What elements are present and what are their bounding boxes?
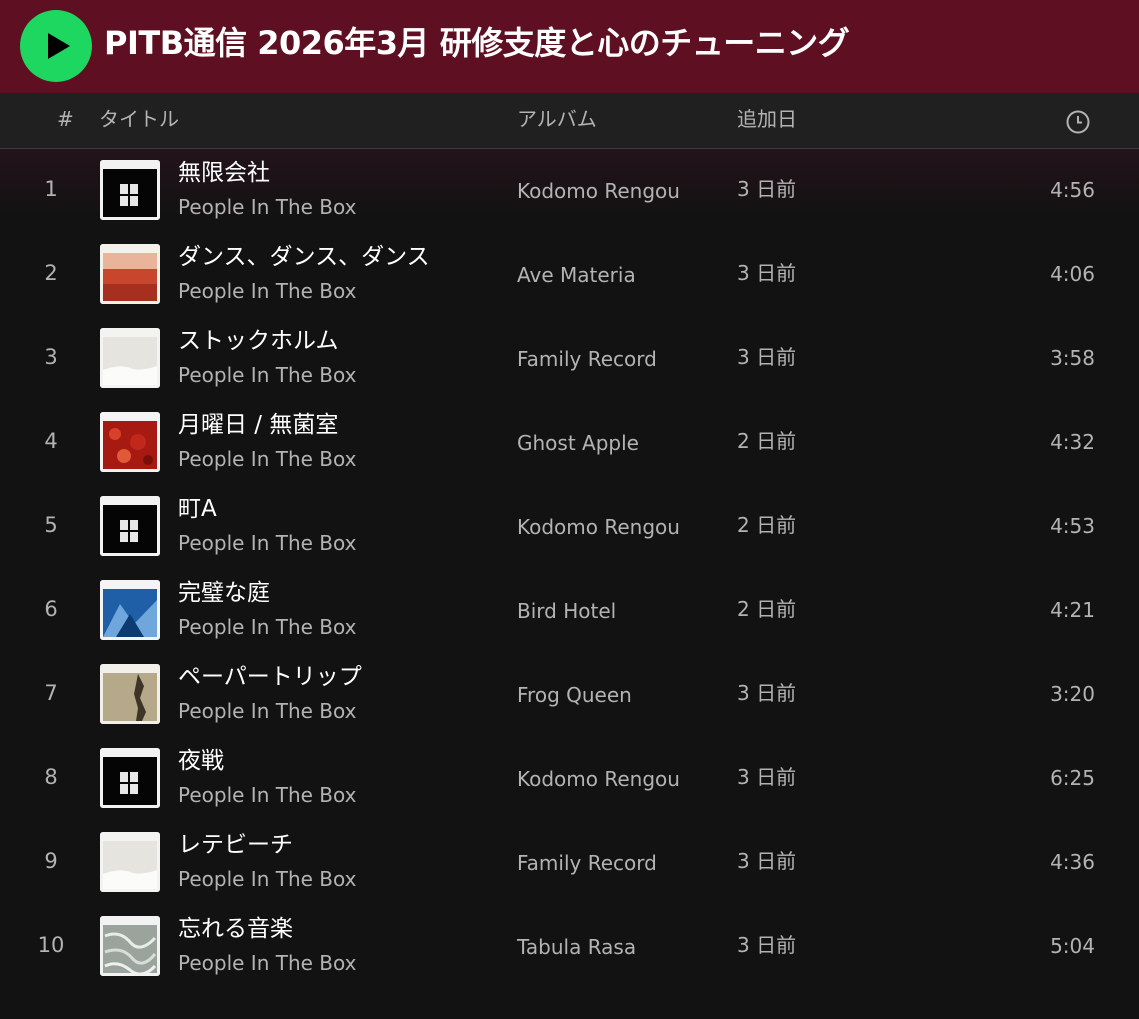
track-row[interactable]: 2 ダンス、ダンス、ダンス People In The Box Ave Materi… — [0, 233, 1139, 317]
track-row[interactable]: 10 忘れる音楽 People In The Box Tabula Rasa 3 日前… — [0, 905, 1139, 989]
track-number: 4 — [44, 429, 58, 453]
track-duration: 3:20 — [1050, 682, 1095, 706]
track-added: 3 日前 — [737, 681, 797, 705]
track-added: 3 日前 — [737, 849, 797, 873]
track-title[interactable]: レテビーチ — [178, 829, 293, 861]
track-added: 2 日前 — [737, 513, 797, 537]
track-duration: 5:04 — [1050, 934, 1095, 958]
album-cover[interactable] — [100, 664, 160, 724]
track-row[interactable]: 4 月曜日 / 無菌室 People In The Box Ghost Apple 2… — [0, 401, 1139, 485]
track-list: 1 無限会社 People In The Box Kodomo Rengou 3 日前… — [0, 149, 1139, 1019]
track-added: 3 日前 — [737, 765, 797, 789]
track-added: 2 日前 — [737, 429, 797, 453]
play-icon — [48, 33, 70, 59]
album-cover[interactable] — [100, 496, 160, 556]
track-number: 7 — [44, 681, 58, 705]
column-added[interactable]: 追加日 — [737, 106, 797, 132]
track-row[interactable]: 1 無限会社 People In The Box Kodomo Rengou 3 日前… — [0, 149, 1139, 233]
track-album[interactable]: Kodomo Rengou — [517, 177, 680, 205]
track-number: 8 — [44, 765, 58, 789]
track-artist[interactable]: People In The Box — [178, 865, 356, 893]
track-row[interactable]: 7 ペーパートリップ People In The Box Frog Queen 3 日… — [0, 653, 1139, 737]
column-album[interactable]: アルバム — [517, 106, 597, 132]
album-cover[interactable] — [100, 916, 160, 976]
track-duration: 4:36 — [1050, 850, 1095, 874]
track-duration: 4:32 — [1050, 430, 1095, 454]
track-row[interactable]: 8 夜戦 People In The Box Kodomo Rengou 3 日前 6:… — [0, 737, 1139, 821]
track-number: 6 — [44, 597, 58, 621]
track-number: 2 — [44, 261, 58, 285]
clock-icon[interactable] — [1065, 109, 1091, 140]
track-artist[interactable]: People In The Box — [178, 781, 356, 809]
playlist-header: PITB通信 2026年3月 研修支度と心のチューニング — [0, 0, 1139, 93]
track-album[interactable]: Family Record — [517, 345, 657, 373]
track-title[interactable]: 忘れる音楽 — [178, 913, 293, 945]
track-title[interactable]: ダンス、ダンス、ダンス — [178, 241, 430, 273]
album-cover[interactable] — [100, 160, 160, 220]
album-cover[interactable] — [100, 412, 160, 472]
track-duration: 4:53 — [1050, 514, 1095, 538]
track-number: 3 — [44, 345, 58, 369]
track-added: 3 日前 — [737, 933, 797, 957]
track-row[interactable]: 6 完璧な庭 People In The Box Bird Hotel 2 日前 4:2… — [0, 569, 1139, 653]
column-title[interactable]: タイトル — [99, 106, 179, 132]
track-album[interactable]: Frog Queen — [517, 681, 632, 709]
album-cover[interactable] — [100, 244, 160, 304]
track-number: 10 — [37, 933, 65, 957]
track-duration: 4:06 — [1050, 262, 1095, 286]
track-row[interactable]: 3 ストックホルム People In The Box Family Record 3… — [0, 317, 1139, 401]
album-cover[interactable] — [100, 580, 160, 640]
track-album[interactable]: Ave Materia — [517, 261, 636, 289]
track-artist[interactable]: People In The Box — [178, 277, 356, 305]
track-artist[interactable]: People In The Box — [178, 445, 356, 473]
track-title[interactable]: 月曜日 / 無菌室 — [178, 409, 338, 441]
track-title[interactable]: 夜戦 — [178, 745, 224, 777]
track-artist[interactable]: People In The Box — [178, 361, 356, 389]
track-list-header: # タイトル アルバム 追加日 — [0, 93, 1139, 149]
track-added: 3 日前 — [737, 261, 797, 285]
track-album[interactable]: Ghost Apple — [517, 429, 639, 457]
play-button[interactable] — [20, 10, 92, 82]
playlist-title: PITB通信 2026年3月 研修支度と心のチューニング — [104, 24, 850, 62]
track-duration: 6:25 — [1050, 766, 1095, 790]
track-album[interactable]: Bird Hotel — [517, 597, 616, 625]
track-album[interactable]: Tabula Rasa — [517, 933, 636, 961]
track-artist[interactable]: People In The Box — [178, 193, 356, 221]
track-artist[interactable]: People In The Box — [178, 697, 356, 725]
album-cover[interactable] — [100, 748, 160, 808]
track-added: 2 日前 — [737, 597, 797, 621]
track-duration: 4:21 — [1050, 598, 1095, 622]
track-title[interactable]: ペーパートリップ — [178, 661, 362, 693]
track-title[interactable]: 無限会社 — [178, 157, 270, 189]
track-artist[interactable]: People In The Box — [178, 613, 356, 641]
track-title[interactable]: 町A — [178, 493, 217, 525]
album-cover[interactable] — [100, 328, 160, 388]
track-duration: 3:58 — [1050, 346, 1095, 370]
track-artist[interactable]: People In The Box — [178, 949, 356, 977]
track-album[interactable]: Family Record — [517, 849, 657, 877]
track-number: 9 — [44, 849, 58, 873]
track-duration: 4:56 — [1050, 178, 1095, 202]
track-number: 1 — [44, 177, 58, 201]
album-cover[interactable] — [100, 832, 160, 892]
track-row[interactable]: 5 町A People In The Box Kodomo Rengou 2 日前 4:… — [0, 485, 1139, 569]
track-added: 3 日前 — [737, 345, 797, 369]
track-title[interactable]: 完璧な庭 — [178, 577, 270, 609]
track-artist[interactable]: People In The Box — [178, 529, 356, 557]
track-number: 5 — [44, 513, 58, 537]
track-added: 3 日前 — [737, 177, 797, 201]
track-title[interactable]: ストックホルム — [178, 325, 339, 357]
track-row[interactable]: 9 レテビーチ People In The Box Family Record 3 日… — [0, 821, 1139, 905]
track-album[interactable]: Kodomo Rengou — [517, 765, 680, 793]
column-number: # — [57, 107, 74, 131]
track-album[interactable]: Kodomo Rengou — [517, 513, 680, 541]
